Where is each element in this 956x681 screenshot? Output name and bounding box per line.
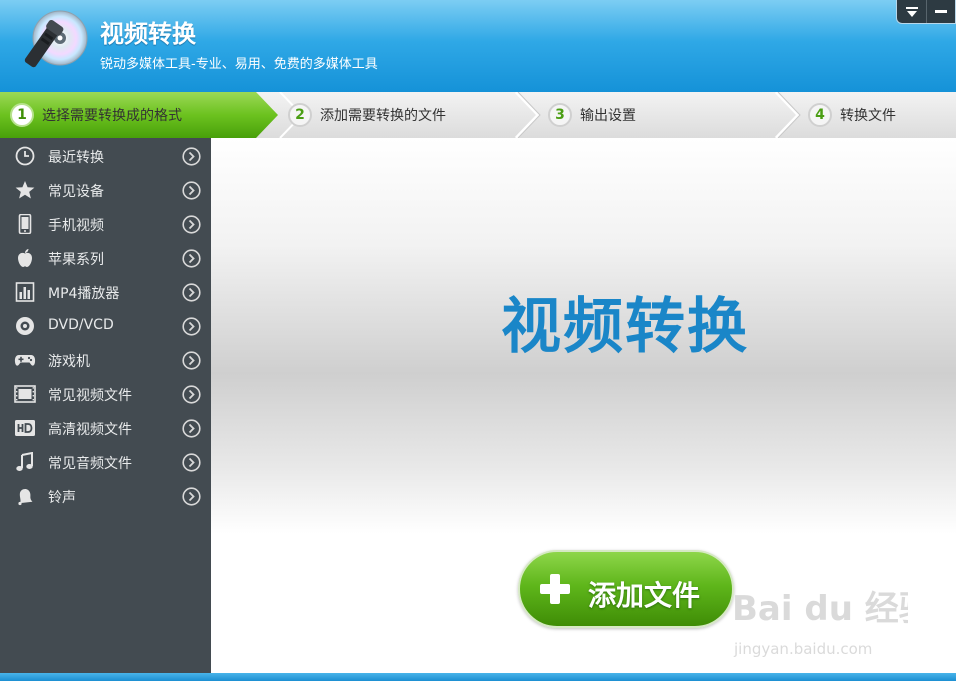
sidebar-item-dvd-vcd[interactable]: DVD/VCD [0,309,211,343]
status-strip [0,673,956,681]
clock-icon [15,146,35,166]
chevron-right-icon [182,249,201,268]
sidebar-item-recent[interactable]: 最近转换 [0,139,211,173]
step-label: 添加需要转换的文件 [320,108,446,124]
sidebar-item-label: 常见音频文件 [48,456,132,472]
sidebar-item-game-console[interactable]: 游戏机 [0,343,211,377]
step-number: 2 [288,103,312,127]
sidebar-item-hd-video[interactable]: 高清视频文件 [0,411,211,445]
chevron-right-icon [182,419,201,438]
sidebar-item-label: 苹果系列 [48,252,104,268]
step-3[interactable]: 3 输出设置 [548,92,636,138]
step-wizard: 1 选择需要转换成的格式 2 添加需要转换的文件 3 输出设置 4 转换文件 [0,92,956,138]
add-file-button[interactable]: 添加文件 [518,550,734,628]
sidebar-item-label: 游戏机 [48,354,90,370]
menu-dropdown-icon [905,6,918,17]
sidebar-item-common-devices[interactable]: 常见设备 [0,173,211,207]
chevron-right-icon [182,453,201,472]
sidebar-item-label: 铃声 [48,490,76,506]
main-title: 视频转换 [501,292,749,362]
step-1[interactable]: 1 选择需要转换成的格式 [10,92,182,138]
baidu-watermark: Bai du 经验 jingyan.baidu.com [732,589,908,658]
sidebar: 最近转换 常见设备 手机视频 苹果系列 MP4播放器 DVD/VCD 游戏机 常… [0,138,211,673]
step-label: 输出设置 [580,108,636,124]
sidebar-item-label: 常见设备 [48,184,104,200]
app-subtitle: 锐动多媒体工具-专业、易用、免费的多媒体工具 [100,57,378,72]
sidebar-item-phone-video[interactable]: 手机视频 [0,207,211,241]
plus-icon [540,574,570,604]
chevron-right-icon [182,215,201,234]
phone-icon [18,214,32,234]
step-number: 1 [10,103,34,127]
title-bar: 视频转换 锐动多媒体工具-专业、易用、免费的多媒体工具 [0,0,956,92]
bell-icon [18,489,33,506]
sidebar-item-label: DVD/VCD [48,317,114,333]
step-number: 3 [548,103,572,127]
step-label: 转换文件 [840,108,896,124]
sidebar-item-label: 手机视频 [48,218,104,234]
gamepad-icon [14,355,36,366]
sidebar-item-ringtone[interactable]: 铃声 [0,479,211,513]
sidebar-item-label: 常见视频文件 [48,388,132,404]
minimize-button[interactable] [926,0,955,23]
add-file-label: 添加文件 [588,579,701,612]
film-icon [14,385,36,403]
mp4-player-icon [15,282,35,302]
sidebar-item-label: 高清视频文件 [48,422,132,438]
minimize-icon [935,9,947,13]
apple-icon [18,249,32,267]
step-2[interactable]: 2 添加需要转换的文件 [288,92,446,138]
disc-icon [16,317,34,335]
chevron-right-icon [182,385,201,404]
sidebar-item-common-video[interactable]: 常见视频文件 [0,377,211,411]
sidebar-item-apple[interactable]: 苹果系列 [0,241,211,275]
step-label: 选择需要转换成的格式 [42,108,182,124]
step-number: 4 [808,103,832,127]
chevron-right-icon [182,487,201,506]
app-logo-icon [24,10,88,68]
app-title: 视频转换 [100,20,196,48]
chevron-right-icon [182,181,201,200]
chevron-right-icon [182,283,201,302]
chevron-right-icon [182,317,201,336]
sidebar-item-mp4-player[interactable]: MP4播放器 [0,275,211,309]
music-note-icon [16,452,33,471]
hd-icon [15,420,35,436]
chevron-right-icon [182,351,201,370]
watermark-url: jingyan.baidu.com [733,640,872,658]
sidebar-item-label: MP4播放器 [48,286,120,302]
star-icon [15,181,35,199]
window-controls [896,0,956,24]
watermark-brand: Bai du 经验 [732,589,908,629]
chevron-right-icon [182,147,201,166]
sidebar-item-common-audio[interactable]: 常见音频文件 [0,445,211,479]
step-4[interactable]: 4 转换文件 [808,92,896,138]
sidebar-item-label: 最近转换 [48,150,104,166]
menu-dropdown-button[interactable] [897,0,926,23]
